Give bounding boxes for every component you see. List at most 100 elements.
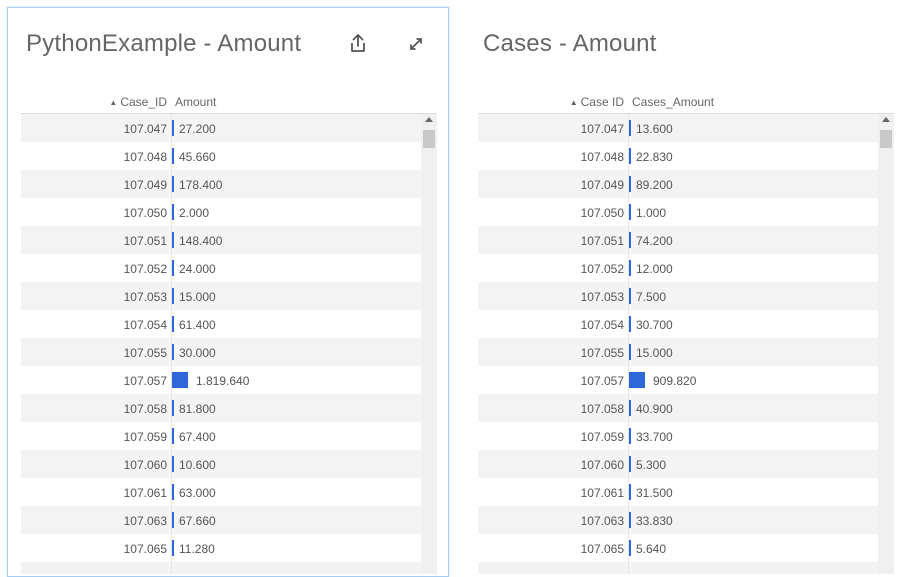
amount-bar [172,232,174,248]
table-row[interactable]: 107.054 30.700 [478,310,878,338]
cell-case-id: 107.049 [580,178,624,192]
cell-case-id: 107.052 [123,262,167,276]
expand-icon[interactable] [404,32,428,56]
scroll-up-icon[interactable] [425,117,433,122]
table-row[interactable]: 107.054 61.400 [21,310,421,338]
cell-amount: 10.600 [179,458,216,472]
cell-amount: 15.000 [179,290,216,304]
cell-case-id: 107.060 [123,458,167,472]
table-row[interactable]: 107.055 30.000 [21,338,421,366]
cell-amount: 2.000 [179,206,210,220]
table-row[interactable]: 107.049 89.200 [478,170,878,198]
cell-amount: 61.400 [179,318,216,332]
table-row[interactable]: 107.050 1.000 [478,198,878,226]
panel-python-example[interactable]: PythonExample - Amount ▲ Case_ID Amount 1… [7,7,449,577]
table-row[interactable]: 107.061 31.500 [478,478,878,506]
table-row[interactable] [21,562,421,574]
table-row[interactable]: 107.049 178.400 [21,170,421,198]
scroll-thumb[interactable] [880,130,892,148]
cell-amount: 1.000 [636,206,667,220]
panel-title: PythonExample - Amount [26,30,302,57]
cell-case-id: 107.053 [123,290,167,304]
table-row[interactable]: 107.050 2.000 [21,198,421,226]
amount-bar [629,260,631,276]
cell-amount: 81.800 [179,402,216,416]
amount-bar [629,512,631,528]
table-row[interactable]: 107.060 10.600 [21,450,421,478]
column-header-amount[interactable]: Amount [175,95,216,109]
amount-bar [629,232,631,248]
table-row[interactable]: 107.048 22.830 [478,142,878,170]
vertical-scrollbar[interactable] [878,114,894,574]
cell-case-id: 107.047 [123,122,167,136]
table-row[interactable]: 107.057 1.819.640 [21,366,421,394]
table-row[interactable]: 107.057 909.820 [478,366,878,394]
cell-case-id: 107.054 [580,318,624,332]
amount-bar [629,484,631,500]
cell-case-id: 107.058 [580,402,624,416]
amount-bar [629,148,631,164]
panel-cases[interactable]: Cases - Amount ▲ Case ID Cases_Amount 107… [464,7,906,577]
amount-bar [172,540,174,556]
table-row[interactable]: 107.065 11.280 [21,534,421,562]
amount-bar [629,540,631,556]
table-row[interactable]: 107.052 24.000 [21,254,421,282]
amount-bar [172,176,174,192]
table-row[interactable]: 107.047 13.600 [478,114,878,142]
table-row[interactable]: 107.055 15.000 [478,338,878,366]
table-row[interactable]: 107.051 148.400 [21,226,421,254]
cell-case-id: 107.055 [123,346,167,360]
table-row[interactable]: 107.058 40.900 [478,394,878,422]
cell-case-id: 107.061 [580,486,624,500]
cell-case-id: 107.065 [580,542,624,556]
cell-amount: 5.640 [636,542,667,556]
amount-bar [172,204,174,220]
table-row[interactable]: 107.065 5.640 [478,534,878,562]
scroll-up-icon[interactable] [882,117,890,122]
amount-bar [172,512,174,528]
cell-case-id: 107.065 [123,542,167,556]
vertical-scrollbar[interactable] [421,114,437,574]
sort-ascending-icon: ▲ [569,98,578,107]
cell-case-id: 107.051 [123,234,167,248]
cell-amount: 24.000 [179,262,216,276]
cell-amount: 909.820 [653,374,697,388]
cell-amount: 63.000 [179,486,216,500]
table-row[interactable]: 107.053 7.500 [478,282,878,310]
table-row[interactable]: 107.047 27.200 [21,114,421,142]
table-row[interactable]: 107.059 33.700 [478,422,878,450]
table-row[interactable]: 107.052 12.000 [478,254,878,282]
table-row[interactable]: 107.061 63.000 [21,478,421,506]
table-row[interactable]: 107.048 45.660 [21,142,421,170]
amount-bar [172,372,188,388]
cell-case-id: 107.050 [123,206,167,220]
table-row[interactable]: 107.063 67.660 [21,506,421,534]
table-row[interactable] [478,562,878,574]
table-row[interactable]: 107.059 67.400 [21,422,421,450]
table-row[interactable]: 107.053 15.000 [21,282,421,310]
table-row[interactable]: 107.060 5.300 [478,450,878,478]
amount-bar [629,288,631,304]
scroll-thumb[interactable] [423,130,435,148]
column-header-case-id[interactable]: ▲ Case_ID [109,95,167,109]
table-row[interactable]: 107.058 81.800 [21,394,421,422]
amount-bar [172,344,174,360]
amount-bar [629,428,631,444]
table-row[interactable]: 107.051 74.200 [478,226,878,254]
column-header-case-id[interactable]: ▲ Case ID [570,95,624,109]
amount-bar [172,288,174,304]
amount-bar [172,484,174,500]
cell-case-id: 107.057 [123,374,167,388]
cell-amount: 67.400 [179,430,216,444]
amount-bar [629,176,631,192]
export-icon[interactable] [346,32,370,56]
table-header: ▲ Case_ID Amount [21,92,437,114]
cell-amount: 27.200 [179,122,216,136]
column-header-amount[interactable]: Cases_Amount [632,95,714,109]
cell-amount: 89.200 [636,178,673,192]
amount-bar [172,428,174,444]
cell-amount: 40.900 [636,402,673,416]
table-row[interactable]: 107.063 33.830 [478,506,878,534]
cell-case-id: 107.063 [580,514,624,528]
amount-bar [172,316,174,332]
